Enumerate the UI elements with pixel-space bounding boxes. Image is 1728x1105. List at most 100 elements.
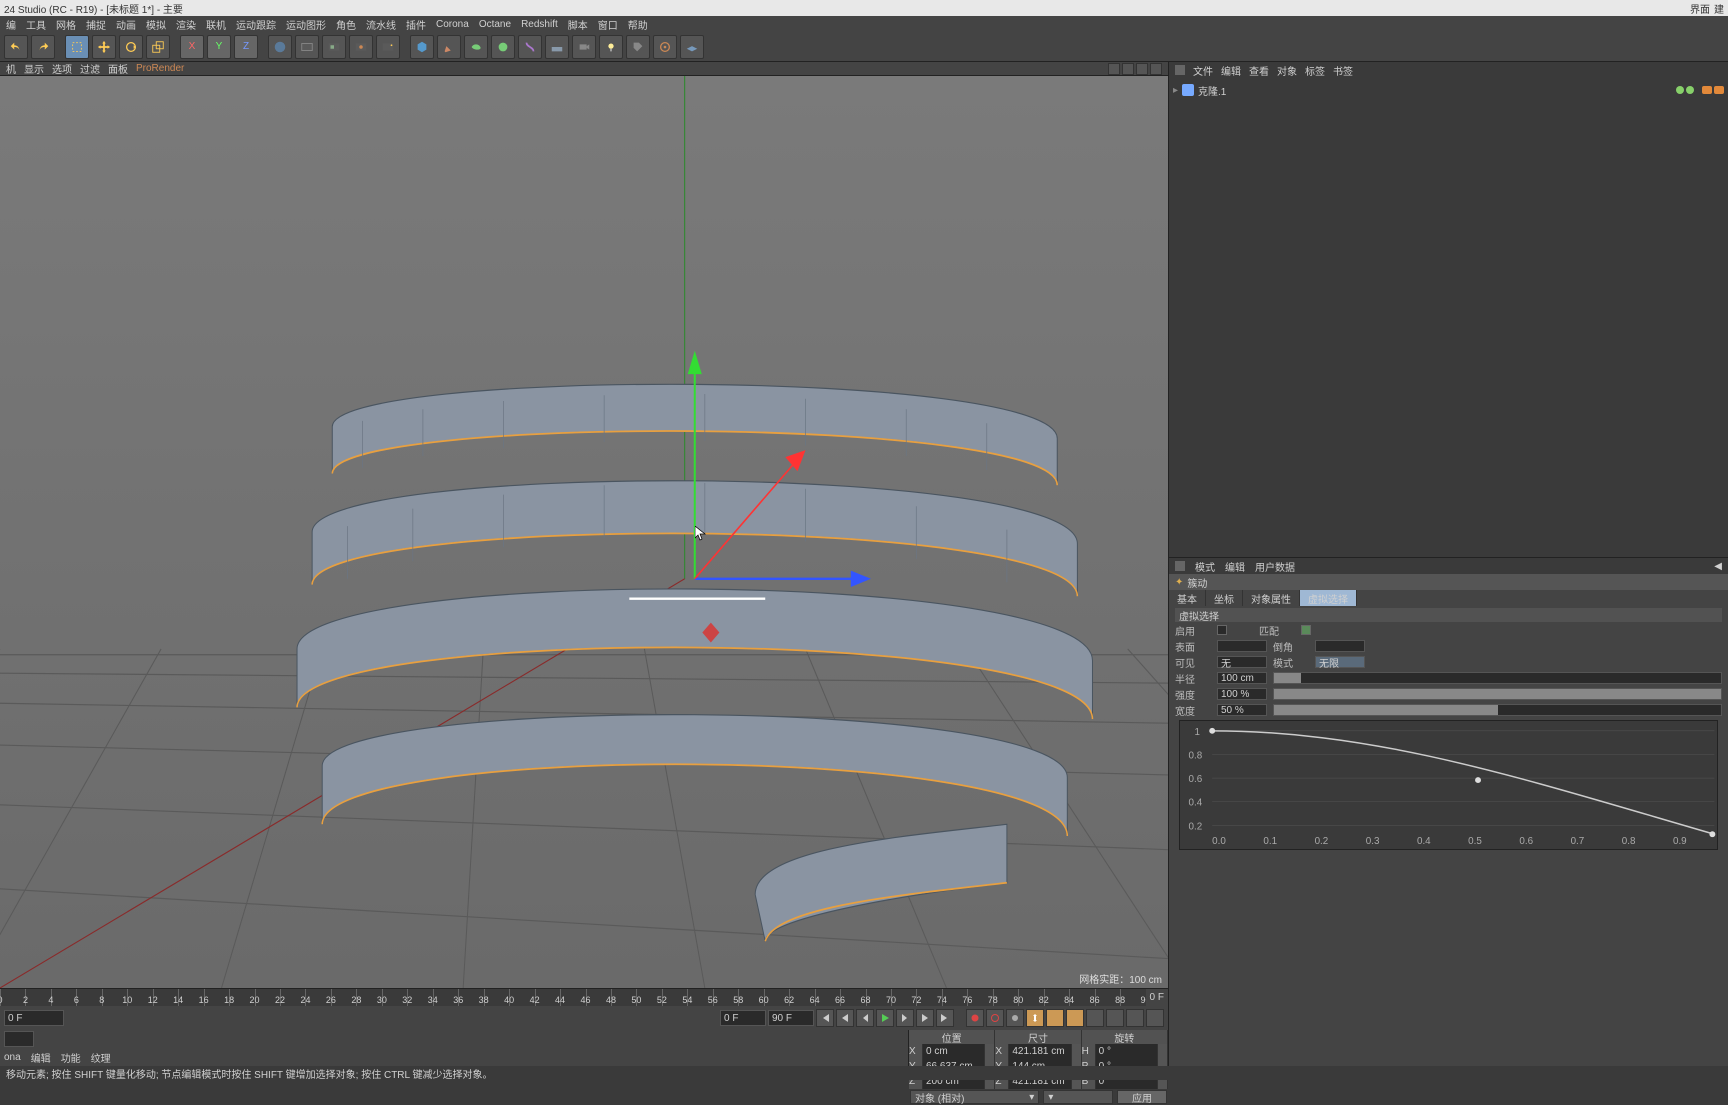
plus-icon[interactable]: ✦: [1175, 577, 1183, 588]
tag-button[interactable]: [626, 35, 650, 59]
coord-pos-input[interactable]: 0 cm: [923, 1044, 985, 1059]
play-button[interactable]: [876, 1009, 894, 1027]
menu-item[interactable]: 流水线: [366, 17, 396, 32]
next-frame-button[interactable]: [896, 1009, 914, 1027]
attr-tab-top[interactable]: 用户数据: [1255, 559, 1295, 574]
menu-item[interactable]: 编: [6, 17, 16, 32]
deformer-button[interactable]: [518, 35, 542, 59]
cube-primitive-button[interactable]: [410, 35, 434, 59]
autokey-button[interactable]: [986, 1009, 1004, 1027]
menu-item[interactable]: 网格: [56, 17, 76, 32]
menu-item[interactable]: 运动图形: [286, 17, 326, 32]
spinner-icon[interactable]: [1072, 1044, 1082, 1059]
obj-tab[interactable]: 对象: [1277, 63, 1297, 78]
coord-system-button[interactable]: [268, 35, 292, 59]
frame-end-input[interactable]: 90 F: [768, 1010, 814, 1026]
titlebar-right-1[interactable]: 界面: [1690, 1, 1710, 16]
rotate-tool[interactable]: [119, 35, 143, 59]
surface-dropdown[interactable]: [1217, 640, 1267, 652]
render-button[interactable]: [295, 35, 319, 59]
prev-key-button[interactable]: [836, 1009, 854, 1027]
strength-input[interactable]: 100 %: [1217, 688, 1267, 700]
obj-tab[interactable]: 查看: [1249, 63, 1269, 78]
mat-tab[interactable]: 纹理: [91, 1050, 111, 1065]
menu-item[interactable]: 动画: [116, 17, 136, 32]
key-misc-button[interactable]: [1126, 1009, 1144, 1027]
match-checkbox[interactable]: [1301, 625, 1311, 635]
viewport-nav-icon[interactable]: [1108, 63, 1120, 75]
move-tool[interactable]: [92, 35, 116, 59]
spinner-icon[interactable]: [1158, 1044, 1168, 1059]
menu-item[interactable]: 脚本: [568, 17, 588, 32]
prev-frame-button[interactable]: [856, 1009, 874, 1027]
pen-tool-button[interactable]: [437, 35, 461, 59]
key-pla-button[interactable]: [1106, 1009, 1124, 1027]
viewport-nav-icon[interactable]: [1122, 63, 1134, 75]
attr-tab-basic[interactable]: 基本: [1169, 590, 1206, 606]
viewport-nav-icon[interactable]: [1136, 63, 1148, 75]
titlebar-right-2[interactable]: 建: [1714, 1, 1724, 16]
menu-item[interactable]: 工具: [26, 17, 46, 32]
camera-button[interactable]: [572, 35, 596, 59]
menu-item[interactable]: 角色: [336, 17, 356, 32]
light-button[interactable]: [599, 35, 623, 59]
width-input[interactable]: 50 %: [1217, 704, 1267, 716]
view-menu-item[interactable]: 选项: [52, 61, 72, 76]
panel-grip-icon[interactable]: [1175, 561, 1185, 571]
menu-item[interactable]: 联机: [206, 17, 226, 32]
render-region-button[interactable]: [322, 35, 346, 59]
mode-dropdown[interactable]: 无限: [1315, 656, 1365, 668]
key-pos-button[interactable]: [1026, 1009, 1044, 1027]
obj-tab[interactable]: 文件: [1193, 63, 1213, 78]
visible-dropdown[interactable]: 无: [1217, 656, 1267, 668]
coord-rot-input[interactable]: 0 °: [1096, 1044, 1158, 1059]
key-toggle-button[interactable]: [1146, 1009, 1164, 1027]
frame-start-input[interactable]: 0 F: [4, 1010, 64, 1026]
frame-current-input[interactable]: 0 F: [720, 1010, 766, 1026]
viewport-nav-icon[interactable]: [1150, 63, 1162, 75]
attr-nav-arrow[interactable]: ◀: [1714, 561, 1722, 572]
axis-x-button[interactable]: X: [180, 35, 204, 59]
coord-size-input[interactable]: 421.181 cm: [1009, 1044, 1071, 1059]
menu-item[interactable]: Octane: [479, 19, 511, 30]
radius-slider[interactable]: [1273, 672, 1722, 684]
axis-z-button[interactable]: Z: [234, 35, 258, 59]
obj-tab[interactable]: 编辑: [1221, 63, 1241, 78]
mat-tab[interactable]: 编辑: [31, 1050, 51, 1065]
coord-apply-button[interactable]: 应用: [1117, 1090, 1167, 1104]
snap-button[interactable]: [653, 35, 677, 59]
record-button[interactable]: [966, 1009, 984, 1027]
undo-button[interactable]: [4, 35, 28, 59]
mat-tab[interactable]: 功能: [61, 1050, 81, 1065]
axis-y-button[interactable]: Y: [207, 35, 231, 59]
key-param-button[interactable]: [1086, 1009, 1104, 1027]
select-tool[interactable]: [65, 35, 89, 59]
view-menu-item[interactable]: 过滤: [80, 61, 100, 76]
render-settings-button[interactable]: [349, 35, 373, 59]
view-menu-item[interactable]: ProRender: [136, 63, 184, 74]
attr-tab-coord[interactable]: 坐标: [1206, 590, 1243, 606]
picture-viewer-button[interactable]: [376, 35, 400, 59]
redo-button[interactable]: [31, 35, 55, 59]
menu-item[interactable]: 运动跟踪: [236, 17, 276, 32]
coord-size-dropdown[interactable]: ▾: [1043, 1090, 1113, 1104]
falloff-curve-editor[interactable]: 1 0.8 0.6 0.4 0.2 0.00.10.20.30.40.50.60…: [1179, 720, 1718, 850]
coord-mode-dropdown[interactable]: 对象 (相对)▾: [910, 1090, 1039, 1104]
obj-tab[interactable]: 书签: [1333, 63, 1353, 78]
workplane-button[interactable]: [680, 35, 704, 59]
view-menu-item[interactable]: 机: [6, 61, 16, 76]
mat-tab[interactable]: ona: [4, 1052, 21, 1063]
radius-input[interactable]: 100 cm: [1217, 672, 1267, 684]
goto-end-button[interactable]: [936, 1009, 954, 1027]
key-options-button[interactable]: [1006, 1009, 1024, 1027]
scale-tool[interactable]: [146, 35, 170, 59]
tree-item-clone[interactable]: ▸ 克隆.1: [1173, 82, 1724, 98]
menu-item[interactable]: 窗口: [598, 17, 618, 32]
panel-grip-icon[interactable]: [1175, 65, 1185, 75]
attr-tab-top[interactable]: 编辑: [1225, 559, 1245, 574]
menu-item[interactable]: 捕捉: [86, 17, 106, 32]
tag-icon[interactable]: [1714, 86, 1724, 94]
spinner-icon[interactable]: [985, 1044, 995, 1059]
width-slider[interactable]: [1273, 704, 1722, 716]
strength-slider[interactable]: [1273, 688, 1722, 700]
